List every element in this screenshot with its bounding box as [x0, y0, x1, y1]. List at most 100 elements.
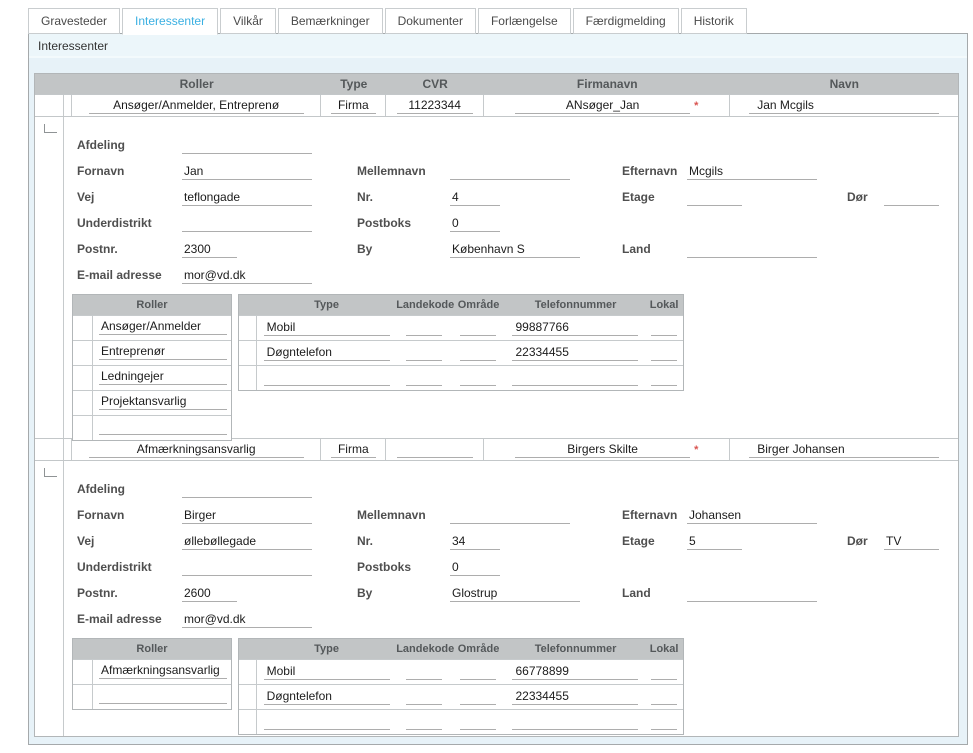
landekode-field[interactable] — [406, 370, 442, 386]
omraade-field[interactable] — [460, 664, 496, 680]
tab-forlaengelse[interactable]: Forlængelse — [478, 8, 571, 34]
afdeling-field[interactable] — [182, 481, 312, 498]
collapse-expander-icon[interactable] — [44, 468, 57, 477]
roller-row — [73, 684, 231, 709]
nr-field[interactable]: 34 — [450, 533, 500, 550]
vej-field[interactable]: øllebøllegade — [182, 533, 312, 550]
lokal-field[interactable] — [651, 664, 677, 680]
interessenter-table: Roller Type CVR Firmanavn Navn Ansøger/A… — [34, 73, 959, 737]
lokal-field[interactable] — [651, 689, 677, 705]
postboks-field[interactable]: 0 — [450, 559, 500, 576]
roller-field[interactable] — [99, 688, 227, 704]
row-select-cell[interactable] — [35, 439, 64, 460]
lokal-field[interactable] — [651, 320, 677, 336]
dor-field[interactable] — [884, 189, 939, 206]
collapse-expander-icon[interactable] — [44, 124, 57, 133]
telefon-type-field[interactable]: Mobil — [264, 664, 390, 680]
omraade-field[interactable] — [460, 345, 496, 361]
lokal-field[interactable] — [651, 714, 677, 730]
by-field[interactable]: København S — [450, 241, 580, 258]
firmanavn-field[interactable]: ANsøger_Jan — [515, 98, 690, 114]
postnr-field[interactable]: 2300 — [182, 241, 237, 258]
tab-interessenter[interactable]: Interessenter — [122, 8, 218, 35]
firmanavn-field[interactable]: Birgers Skilte — [515, 442, 690, 458]
roller-field[interactable]: Ansøger/Anmelder — [99, 319, 227, 335]
telefon-type-field[interactable] — [264, 714, 390, 730]
roller-field[interactable]: Afmærkningsansvarlig — [99, 663, 227, 679]
header-telefon-type: Type — [257, 299, 396, 311]
landekode-field[interactable] — [406, 320, 442, 336]
telefonnummer-field[interactable] — [512, 714, 638, 730]
postboks-field[interactable]: 0 — [450, 215, 500, 232]
row-select-cell[interactable] — [35, 95, 64, 116]
efternavn-field[interactable]: Johansen — [687, 507, 817, 524]
mellemnavn-field[interactable] — [450, 163, 570, 180]
roller-field[interactable]: Entreprenør — [99, 344, 227, 360]
email-field[interactable]: mor@vd.dk — [182, 267, 312, 284]
navn-field[interactable]: Jan Mcgils — [749, 98, 939, 114]
cvr-field[interactable]: 11223344 — [397, 98, 473, 114]
roller-summary-field[interactable]: Afmærkningsansvarlig — [89, 442, 304, 458]
mellemnavn-field[interactable] — [450, 507, 570, 524]
land-field[interactable] — [687, 585, 817, 602]
roller-field[interactable]: Ledningejer — [99, 369, 227, 385]
by-field[interactable]: Glostrup — [450, 585, 580, 602]
tab-faerdigmelding[interactable]: Færdigmelding — [573, 8, 679, 34]
omraade-field[interactable] — [460, 370, 496, 386]
tab-historik[interactable]: Historik — [681, 8, 747, 34]
navn-field[interactable]: Birger Johansen — [749, 442, 939, 458]
omraade-field[interactable] — [460, 689, 496, 705]
interessenter-panel: Interessenter Roller Type CVR Firmanavn … — [28, 33, 968, 745]
underdistrikt-field[interactable] — [182, 559, 312, 576]
telefon-type-field[interactable]: Døgntelefon — [264, 345, 390, 361]
fornavn-field[interactable]: Jan — [182, 163, 312, 180]
telefonnummer-field[interactable] — [512, 370, 638, 386]
header-telefon-type: Type — [257, 643, 396, 655]
fornavn-field[interactable]: Birger — [182, 507, 312, 524]
telefon-type-field[interactable]: Døgntelefon — [264, 689, 390, 705]
telefonnummer-field[interactable]: 22334455 — [512, 345, 638, 361]
cvr-field[interactable] — [397, 442, 473, 458]
email-field[interactable]: mor@vd.dk — [182, 611, 312, 628]
etage-field[interactable] — [687, 189, 742, 206]
by-label: By — [357, 241, 447, 258]
postnr-field[interactable]: 2600 — [182, 585, 237, 602]
tab-gravesteder[interactable]: Gravesteder — [28, 8, 120, 34]
landekode-field[interactable] — [406, 714, 442, 730]
type-field[interactable]: Firma — [331, 442, 376, 458]
nr-field[interactable]: 4 — [450, 189, 500, 206]
dor-field[interactable]: TV — [884, 533, 939, 550]
telefon-row: Mobil 99887766 — [239, 315, 683, 340]
tab-vilkaar[interactable]: Vilkår — [220, 8, 276, 34]
omraade-field[interactable] — [460, 714, 496, 730]
underdistrikt-field[interactable] — [182, 215, 312, 232]
type-field[interactable]: Firma — [331, 98, 376, 114]
tab-bar: Gravesteder Interessenter Vilkår Bemærkn… — [28, 8, 749, 35]
landekode-field[interactable] — [406, 689, 442, 705]
etage-field[interactable]: 5 — [687, 533, 742, 550]
roller-field[interactable]: Projektansvarlig — [99, 394, 227, 410]
telefonnummer-field[interactable]: 22334455 — [512, 689, 638, 705]
lokal-field[interactable] — [651, 345, 677, 361]
vej-field[interactable]: teflongade — [182, 189, 312, 206]
header-omraade: Område — [451, 643, 506, 655]
landekode-field[interactable] — [406, 664, 442, 680]
telefonnummer-field[interactable]: 99887766 — [512, 320, 638, 336]
tab-dokumenter[interactable]: Dokumenter — [385, 8, 476, 34]
mellemnavn-label: Mellemnavn — [357, 507, 447, 524]
header-type: Type — [321, 77, 386, 91]
roller-field[interactable] — [99, 419, 227, 435]
roller-summary-field[interactable]: Ansøger/Anmelder, Entreprenø — [89, 98, 304, 114]
roller-row: Projektansvarlig — [73, 390, 231, 415]
telefon-type-field[interactable]: Mobil — [264, 320, 390, 336]
tab-bemaerkninger[interactable]: Bemærkninger — [278, 8, 383, 34]
land-field[interactable] — [687, 241, 817, 258]
header-lokal: Lokal — [645, 299, 683, 311]
afdeling-field[interactable] — [182, 137, 312, 154]
landekode-field[interactable] — [406, 345, 442, 361]
telefonnummer-field[interactable]: 66778899 — [512, 664, 638, 680]
lokal-field[interactable] — [651, 370, 677, 386]
omraade-field[interactable] — [460, 320, 496, 336]
telefon-type-field[interactable] — [264, 370, 390, 386]
efternavn-field[interactable]: Mcgils — [687, 163, 817, 180]
